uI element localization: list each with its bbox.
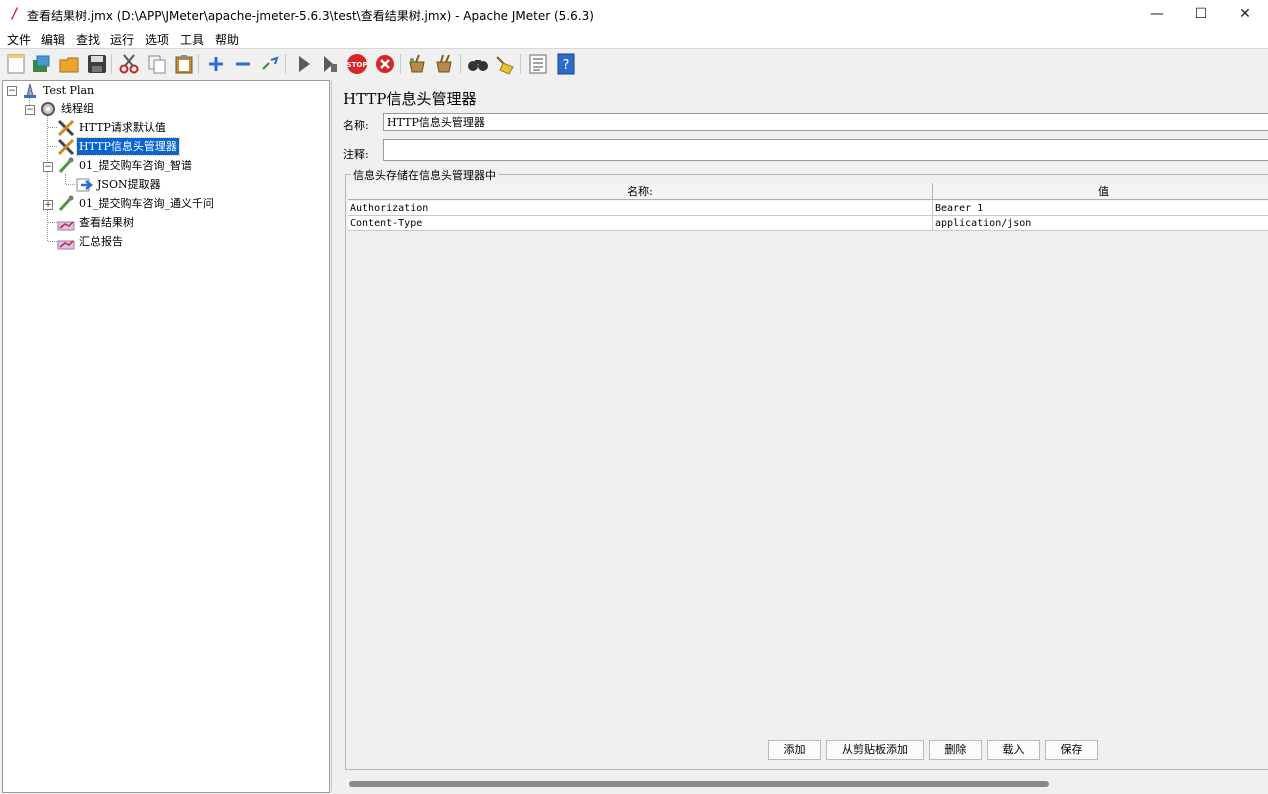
search-icon[interactable] xyxy=(467,53,489,75)
svg-text:STOP: STOP xyxy=(347,61,368,69)
clear-all-icon[interactable] xyxy=(433,53,455,75)
toolbar-separator xyxy=(520,54,521,74)
toolbar-separator xyxy=(285,54,286,74)
menu-help[interactable]: 帮助 xyxy=(215,31,239,48)
test-plan-icon xyxy=(24,83,36,98)
tree-connector xyxy=(48,127,57,128)
templates-icon[interactable] xyxy=(30,53,52,75)
tree-expand-toggle[interactable]: + xyxy=(43,200,53,210)
collapse-icon[interactable] xyxy=(232,53,254,75)
tree-node-label: HTTP信息头管理器 xyxy=(76,137,180,156)
jmeter-feather-icon xyxy=(11,7,18,20)
clear-icon[interactable] xyxy=(406,53,428,75)
post-processor-arrow-icon xyxy=(76,178,93,192)
headers-group: 信息头存储在信息头管理器中 名称: 值 Authorization Bearer… xyxy=(345,167,1268,770)
tree-node-label: 01_提交购车咨询_智谱 xyxy=(79,159,192,172)
menu-edit[interactable]: 编辑 xyxy=(41,31,65,48)
expand-icon[interactable] xyxy=(205,53,227,75)
title-bar: 查看结果树.jmx (D:\APP\JMeter\apache-jmeter-5… xyxy=(0,0,1268,28)
svg-text:?: ? xyxy=(563,58,570,73)
headers-table[interactable]: 名称: 值 Authorization Bearer 1 Content-Typ… xyxy=(348,183,1268,729)
toggle-icon[interactable] xyxy=(259,53,281,75)
tree-connector xyxy=(48,241,57,242)
tree-node-label: 查看结果树 xyxy=(79,216,134,229)
table-cell-value[interactable]: application/json xyxy=(933,216,1268,231)
page-title: HTTP信息头管理器 xyxy=(343,90,477,108)
help-icon[interactable]: ? xyxy=(555,53,577,75)
menu-bar: 文件 编辑 查找 运行 选项 工具 帮助 xyxy=(0,28,1268,49)
toolbar: STOP ? xyxy=(0,49,1268,79)
scrollbar-thumb[interactable] xyxy=(349,781,1049,787)
name-field[interactable]: HTTP信息头管理器 xyxy=(383,113,1268,131)
function-helper-icon[interactable] xyxy=(527,53,549,75)
cut-icon[interactable] xyxy=(118,53,140,75)
tree-connector xyxy=(48,222,57,223)
sampler-pipette-icon xyxy=(58,195,74,212)
tree-connector xyxy=(48,146,57,147)
tree-connector xyxy=(66,184,75,185)
open-icon[interactable] xyxy=(58,53,80,75)
shutdown-icon[interactable] xyxy=(374,53,396,75)
menu-options[interactable]: 选项 xyxy=(145,31,169,48)
config-tools-icon xyxy=(57,138,75,155)
test-plan-tree[interactable]: − Test Plan − 线程组 HTTP请求默认值 HTTP信息头管理器 −… xyxy=(2,80,330,793)
table-cell-name[interactable]: Content-Type xyxy=(348,216,933,231)
close-button[interactable]: ✕ xyxy=(1222,0,1268,28)
toolbar-separator xyxy=(460,54,461,74)
comment-label: 注释: xyxy=(343,148,369,161)
tree-node-label: HTTP请求默认值 xyxy=(79,121,166,134)
window-title: 查看结果树.jmx (D:\APP\JMeter\apache-jmeter-5… xyxy=(27,9,594,23)
listener-chart-icon xyxy=(57,240,75,250)
name-label: 名称: xyxy=(343,119,369,132)
column-header-value[interactable]: 值 xyxy=(933,183,1268,200)
toolbar-separator xyxy=(400,54,401,74)
toolbar-separator xyxy=(111,54,112,74)
sampler-pipette-icon xyxy=(58,157,74,174)
table-cell-value[interactable]: Bearer 1 xyxy=(933,201,1268,216)
config-tools-icon xyxy=(57,119,75,136)
menu-run[interactable]: 运行 xyxy=(110,31,134,48)
editor-panel: HTTP信息头管理器 名称: HTTP信息头管理器 注释: 信息头存储在信息头管… xyxy=(333,80,1268,791)
horizontal-scrollbar[interactable] xyxy=(347,780,1268,788)
delete-button[interactable]: 删除 xyxy=(929,740,982,760)
start-icon[interactable] xyxy=(293,53,315,75)
minimize-button[interactable]: — xyxy=(1134,0,1180,28)
menu-tools[interactable]: 工具 xyxy=(180,31,204,48)
tree-node-label: 汇总报告 xyxy=(79,235,123,248)
new-icon[interactable] xyxy=(5,53,27,75)
copy-icon[interactable] xyxy=(146,53,168,75)
save-icon[interactable] xyxy=(86,53,108,75)
save-button[interactable]: 保存 xyxy=(1045,740,1098,760)
add-button[interactable]: 添加 xyxy=(768,740,821,760)
tree-node-label: JSON提取器 xyxy=(97,178,161,191)
reset-search-icon[interactable] xyxy=(494,53,516,75)
comment-field[interactable] xyxy=(383,139,1268,161)
tree-node-label: Test Plan xyxy=(43,84,95,97)
tree-node-label: 01_提交购车咨询_通义千问 xyxy=(79,197,214,210)
tree-node-label: 线程组 xyxy=(61,102,94,115)
toolbar-separator xyxy=(198,54,199,74)
paste-icon[interactable] xyxy=(173,53,195,75)
start-no-pauses-icon[interactable] xyxy=(319,53,341,75)
panel-splitter[interactable] xyxy=(331,80,332,791)
group-title: 信息头存储在信息头管理器中 xyxy=(351,167,498,183)
maximize-button[interactable]: ☐ xyxy=(1178,0,1224,28)
thread-group-icon xyxy=(41,102,55,116)
load-button[interactable]: 载入 xyxy=(987,740,1040,760)
table-cell-name[interactable]: Authorization xyxy=(348,201,933,216)
tree-connector xyxy=(65,174,66,184)
menu-file[interactable]: 文件 xyxy=(7,31,31,48)
stop-icon[interactable]: STOP xyxy=(346,53,368,75)
column-header-name[interactable]: 名称: xyxy=(348,183,933,200)
menu-search[interactable]: 查找 xyxy=(76,31,100,48)
tree-collapse-toggle[interactable]: − xyxy=(43,162,53,172)
add-from-clipboard-button[interactable]: 从剪贴板添加 xyxy=(826,740,924,760)
tree-collapse-toggle[interactable]: − xyxy=(7,86,17,96)
tree-collapse-toggle[interactable]: − xyxy=(25,105,35,115)
listener-chart-icon xyxy=(57,221,75,231)
